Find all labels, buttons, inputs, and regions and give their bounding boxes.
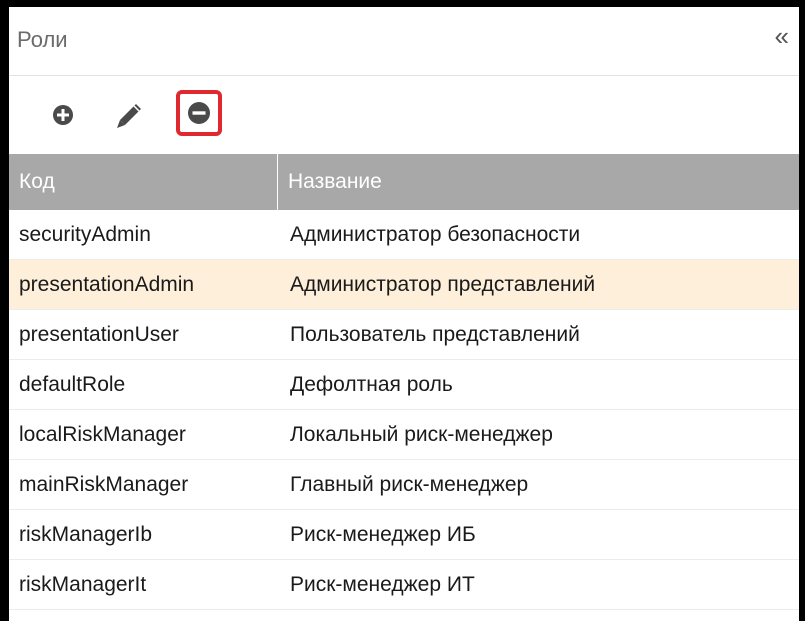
collapse-icon[interactable]: « — [775, 23, 789, 49]
cell-name: Администратор представлений — [290, 272, 596, 296]
panel-title: Роли — [17, 27, 68, 52]
remove-role-button[interactable] — [176, 90, 222, 136]
cell-name: Локальный риск-менеджер — [290, 422, 553, 446]
table-row[interactable]: riskManagerIt Риск-менеджер ИТ — [9, 560, 799, 610]
table-row[interactable]: presentationUser Пользователь представле… — [9, 310, 799, 360]
table-row[interactable]: securityAdmin Администратор безопасности — [9, 210, 799, 260]
table-row[interactable]: defaultRole Дефолтная роль — [9, 360, 799, 410]
table-body: securityAdmin Администратор безопасности… — [9, 210, 799, 610]
cell-name: Администратор безопасности — [290, 222, 581, 246]
cell-code: defaultRole — [19, 372, 126, 396]
table-header: Код Название — [9, 154, 799, 210]
toolbar — [9, 76, 799, 154]
cell-name: Риск-менеджер ИБ — [290, 522, 476, 546]
edit-role-button[interactable] — [109, 96, 149, 136]
table-row[interactable]: mainRiskManager Главный риск-менеджер — [9, 460, 799, 510]
cell-name: Дефолтная роль — [290, 372, 453, 396]
pencil-icon — [117, 104, 141, 128]
minus-circle-icon — [188, 102, 210, 124]
cell-code: presentationAdmin — [19, 272, 195, 296]
table-row[interactable]: localRiskManager Локальный риск-менеджер — [9, 410, 799, 460]
cell-name: Риск-менеджер ИТ — [290, 572, 475, 596]
cell-code: localRiskManager — [19, 422, 186, 446]
plus-circle-icon — [53, 105, 73, 125]
cell-code: riskManagerIb — [19, 522, 153, 546]
cell-code: mainRiskManager — [19, 472, 189, 496]
column-header-code[interactable]: Код — [9, 154, 278, 210]
cell-name: Пользователь представлений — [290, 322, 580, 346]
table-row-selected[interactable]: presentationAdmin Администратор представ… — [9, 260, 799, 310]
cell-code: securityAdmin — [19, 222, 151, 246]
panel-header: Роли « — [9, 7, 799, 76]
cell-code: riskManagerIt — [19, 572, 147, 596]
table-row[interactable]: riskManagerIb Риск-менеджер ИБ — [9, 510, 799, 560]
add-role-button[interactable] — [46, 98, 80, 132]
roles-panel: Роли « Код Название securityAdmin Админи… — [9, 7, 799, 621]
cell-name: Главный риск-менеджер — [290, 472, 529, 496]
cell-code: presentationUser — [19, 322, 179, 346]
column-header-name[interactable]: Название — [278, 154, 799, 210]
roles-table: Код Название securityAdmin Администратор… — [9, 154, 799, 610]
